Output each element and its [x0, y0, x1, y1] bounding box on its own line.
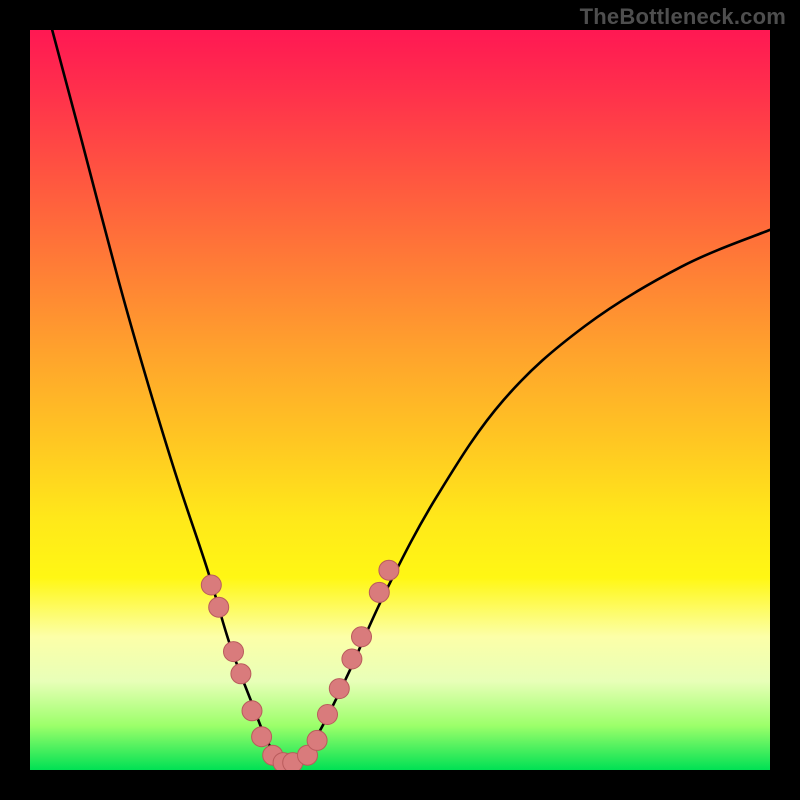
curve-right-branch [296, 230, 770, 763]
bottleneck-curve [52, 30, 770, 763]
bead-point [231, 664, 251, 684]
bead-point [307, 730, 327, 750]
watermark-text: TheBottleneck.com [580, 4, 786, 30]
bead-point [201, 575, 221, 595]
plot-area [30, 30, 770, 770]
bead-point [329, 679, 349, 699]
bead-point [242, 701, 262, 721]
bead-point [252, 727, 272, 747]
beads-left [201, 575, 302, 770]
bead-point [342, 649, 362, 669]
curve-layer [30, 30, 770, 770]
beads-right [298, 560, 399, 765]
curve-left-branch [52, 30, 281, 763]
chart-frame: TheBottleneck.com [0, 0, 800, 800]
bead-point [369, 582, 389, 602]
bead-point [318, 705, 338, 725]
bead-point [352, 627, 372, 647]
bead-point [224, 642, 244, 662]
bead-point [379, 560, 399, 580]
bead-point [209, 597, 229, 617]
